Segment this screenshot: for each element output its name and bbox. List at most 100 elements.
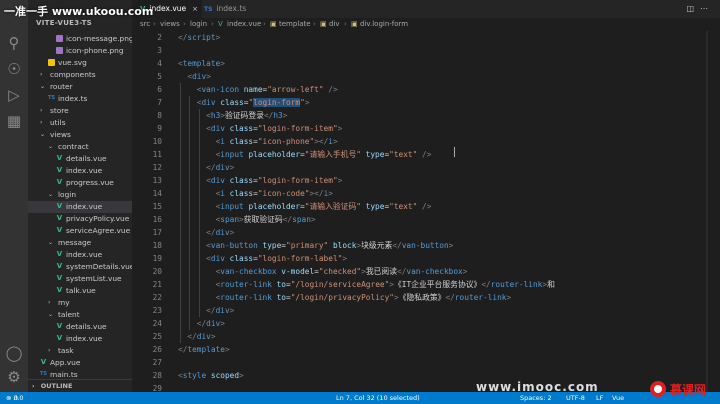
tree-item[interactable]: VprivacyPolicy.vue <box>28 213 132 225</box>
source-control-icon[interactable]: ☉ <box>5 60 23 78</box>
code-token: 块级元素 <box>361 241 393 250</box>
code-line[interactable]: <input placeholder="请输入验证码" type="text" … <box>178 200 432 213</box>
chevron-right-icon: › <box>211 20 214 28</box>
code-token: div <box>210 124 230 133</box>
code-line[interactable]: <input placeholder="请输入手机号" type="text" … <box>178 148 432 161</box>
tree-item[interactable]: vue.svg <box>28 57 132 69</box>
code-line[interactable]: <template> <box>178 57 225 70</box>
tree-item[interactable]: VsystemDetails.vue <box>28 261 132 273</box>
code-token: 验证码登录 <box>224 111 264 120</box>
code-line[interactable]: <van-icon name="arrow-left" /> <box>178 83 338 96</box>
code-line[interactable]: <h3>验证码登录</h3> <box>178 109 287 122</box>
code-line[interactable]: <style scoped> <box>178 369 244 382</box>
project-title[interactable]: VITE-VUE3-TS <box>36 19 92 27</box>
tree-item[interactable]: ⌄ router <box>28 81 132 93</box>
code-line[interactable]: <van-checkbox v-model="checked">我已阅读</va… <box>178 265 468 278</box>
tree-item[interactable]: Vindex.vue <box>28 333 132 345</box>
tree-item[interactable]: › task <box>28 345 132 357</box>
code-line[interactable]: <div class="login-form-label"> <box>178 252 347 265</box>
breadcrumb-item[interactable]: index.vue <box>227 18 261 31</box>
tree-item[interactable]: ⌄ login <box>28 189 132 201</box>
vue-file-icon: V <box>56 334 63 342</box>
breadcrumb-item[interactable]: login <box>190 18 207 31</box>
tree-item[interactable]: ⌄ contract <box>28 141 132 153</box>
line-number: 14 <box>152 189 162 198</box>
tree-item[interactable]: icon-phone.png <box>28 45 132 57</box>
code-editor[interactable]: 2 3 4 5 6 7 8 9 10 11 12 13 14 15 16 17 18 19 20 21 22 23 24 25… <box>132 31 720 393</box>
split-editor-icon[interactable]: ◫ <box>686 4 700 13</box>
editor-tabs: Vindex.vue × TS index.ts ◫⋯ <box>132 0 720 18</box>
code-token: "text" <box>389 150 418 159</box>
breadcrumb-item[interactable]: div <box>329 18 340 31</box>
status-bar: ⊗ 0 ⚠ 0 Ln 7, Col 32 (10 selected) Space… <box>0 392 720 404</box>
editor-actions[interactable]: ◫⋯ <box>686 4 714 13</box>
tree-item[interactable]: › store <box>28 105 132 117</box>
tree-item[interactable]: V App.vue <box>28 357 132 369</box>
code-line[interactable]: </script> <box>178 31 220 44</box>
tree-item[interactable]: ⌄ views <box>28 129 132 141</box>
code-line[interactable]: </div> <box>178 161 234 174</box>
element-icon: ▣ <box>351 20 358 28</box>
code-line[interactable]: <i class="icon-code"></i> <box>178 187 333 200</box>
outline-panel-header[interactable]: › OUTLINE <box>28 379 132 392</box>
watermark-top: 一准一手 www.ukoou.com <box>4 5 154 18</box>
code-token: to <box>276 280 286 289</box>
code-line[interactable]: <van-button type="primary" block>块级元素</v… <box>178 239 453 252</box>
problems-indicator[interactable]: ⊗ 0 ⚠ 0 <box>6 392 23 404</box>
tree-item[interactable]: Vprogress.vue <box>28 177 132 189</box>
tab-index-ts[interactable]: TS index.ts <box>196 0 262 18</box>
line-number: 10 <box>152 137 162 146</box>
code-line[interactable]: </div> <box>178 317 225 330</box>
tree-item[interactable]: Vdetails.vue <box>28 153 132 165</box>
code-token: 和 <box>547 280 555 289</box>
tree-item[interactable]: Vdetails.vue <box>28 321 132 333</box>
tree-item[interactable]: › components <box>28 69 132 81</box>
tree-item[interactable]: Vindex.vue <box>28 201 132 213</box>
code-line[interactable]: </div> <box>178 330 215 343</box>
account-icon[interactable]: ◯ <box>5 344 23 362</box>
tree-item[interactable]: icon-message.png <box>28 33 132 45</box>
code-line[interactable]: <router-link to="/login/serviceAgree">《I… <box>178 278 555 291</box>
settings-gear-icon[interactable]: ⚙ <box>5 368 23 386</box>
tree-item[interactable]: Vindex.vue <box>28 249 132 261</box>
tree-item[interactable]: Vindex.vue <box>28 165 132 177</box>
indent-guide <box>199 109 200 317</box>
code-line[interactable]: <router-link to="/login/privacyPolicy">《… <box>178 291 512 304</box>
tree-item[interactable]: ⌄ message <box>28 237 132 249</box>
code-line[interactable]: <i class="icon-phone"></i> <box>178 135 338 148</box>
breadcrumb-item[interactable]: views <box>160 18 180 31</box>
code-token: > <box>310 215 316 224</box>
code-line[interactable]: </div> <box>178 226 234 239</box>
tree-item[interactable]: ⌄ talent <box>28 309 132 321</box>
run-debug-icon[interactable]: ▷ <box>5 86 23 104</box>
breadcrumb-item[interactable]: template <box>279 18 311 31</box>
tree-item[interactable]: Vtalk.vue <box>28 285 132 297</box>
code-line[interactable]: <div class="login-form-item"> <box>178 174 342 187</box>
search-icon[interactable]: ⚲ <box>5 34 23 52</box>
cursor-position[interactable]: Ln 7, Col 32 (10 selected) <box>336 392 420 404</box>
scrollbar[interactable] <box>706 31 708 392</box>
code-line[interactable]: <div class="login-form-item"> <box>178 122 342 135</box>
code-token: input <box>220 202 249 211</box>
tree-item[interactable]: › my <box>28 297 132 309</box>
tree-item[interactable]: VsystemList.vue <box>28 273 132 285</box>
tree-item[interactable]: VserviceAgree.vue <box>28 225 132 237</box>
breadcrumb-item[interactable]: src <box>140 18 150 31</box>
language-mode[interactable]: Vue <box>612 392 624 404</box>
tree-item[interactable]: › utils <box>28 117 132 129</box>
extensions-icon[interactable]: ▦ <box>5 112 23 130</box>
code-token: i <box>220 189 230 198</box>
tree-item[interactable]: TS index.ts <box>28 93 132 105</box>
code-line[interactable]: <div class="login-form"> <box>178 96 310 109</box>
vue-file-icon: V <box>56 286 63 294</box>
tree-item-label: systemList.vue <box>66 274 122 283</box>
code-line[interactable]: <div> <box>178 70 211 83</box>
tab-label: index.vue <box>149 4 187 13</box>
breadcrumb-item[interactable]: div.login-form <box>360 18 408 31</box>
code-line[interactable]: </div> <box>178 304 234 317</box>
code-token: ></ <box>309 189 324 198</box>
code-line[interactable]: </template> <box>178 343 230 356</box>
more-actions-icon[interactable]: ⋯ <box>700 4 714 13</box>
